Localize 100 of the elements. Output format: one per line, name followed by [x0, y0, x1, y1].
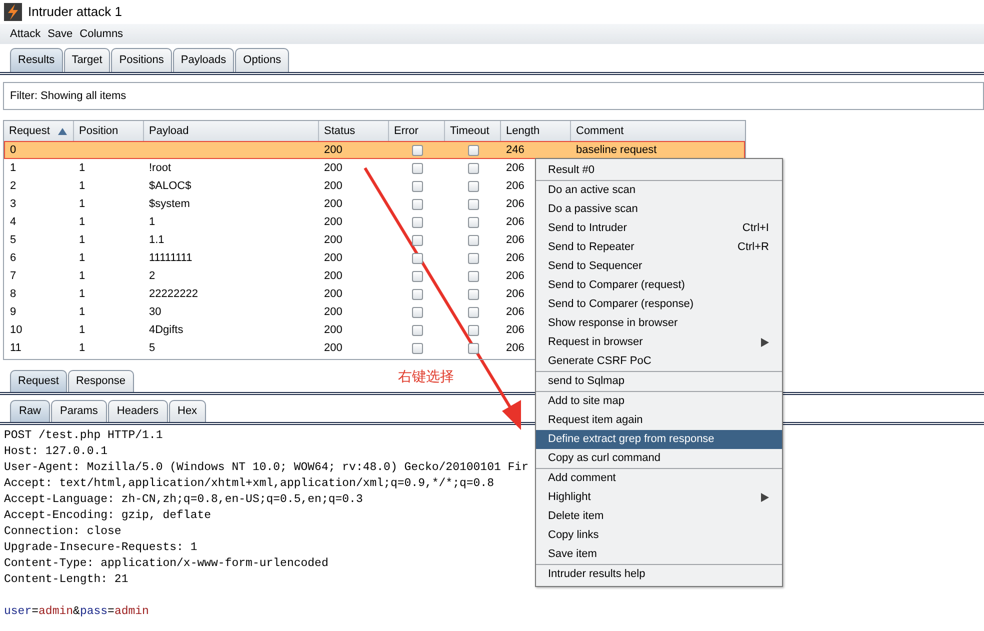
table-cell: 200: [324, 198, 342, 210]
filter-bar[interactable]: Filter: Showing all items: [3, 82, 984, 110]
request-line: User-Agent: Mozilla/5.0 (Windows NT 10.0; WOW64; rv:48.0) Gecko/20100101 Fir: [4, 460, 528, 476]
menu-item[interactable]: Intruder results help: [536, 565, 782, 584]
checkbox[interactable]: [468, 144, 478, 156]
checkbox[interactable]: [412, 198, 422, 210]
checkbox[interactable]: [412, 324, 422, 336]
checkbox[interactable]: [468, 324, 478, 336]
checkbox[interactable]: [468, 342, 478, 354]
menu-item[interactable]: Request item again: [536, 411, 782, 430]
table-cell: 206: [506, 270, 524, 282]
menu-item[interactable]: Define extract grep from response: [536, 430, 782, 449]
table-row[interactable]: 0 200 246 baseline request: [4, 141, 745, 159]
menu-item[interactable]: Send to Sequencer: [536, 257, 782, 276]
checkbox[interactable]: [468, 306, 478, 318]
annotation-text: 右键选择: [398, 367, 454, 386]
request-line: Connection: close: [4, 524, 122, 540]
table-cell: 5: [149, 342, 156, 354]
tab[interactable]: Target: [64, 48, 110, 72]
checkbox[interactable]: [468, 162, 478, 174]
menu-item[interactable]: Copy as curl command: [536, 449, 782, 468]
checkbox[interactable]: [412, 234, 422, 246]
tab[interactable]: Payloads: [172, 48, 234, 72]
checkbox[interactable]: [412, 216, 422, 228]
request-line: Accept-Encoding: gzip, deflate: [4, 508, 212, 524]
menu-item[interactable]: Send to Comparer (request): [536, 276, 782, 295]
menu-item[interactable]: Add comment: [536, 469, 782, 488]
lightning-icon: [4, 3, 22, 21]
table-cell: 200: [324, 270, 342, 282]
menu-item[interactable]: send to Sqlmap: [536, 372, 782, 391]
menu-item[interactable]: Columns: [80, 26, 124, 42]
table-cell: 200: [324, 162, 342, 174]
table-cell: $ALOC$: [149, 180, 192, 192]
menu-label: Send to Repeater: [548, 240, 634, 256]
table-cell: 1: [149, 216, 156, 228]
tab[interactable]: Positions: [111, 48, 172, 72]
checkbox[interactable]: [412, 162, 422, 174]
menu-item[interactable]: Generate CSRF PoC: [536, 352, 782, 371]
menu-item[interactable]: Send to Comparer (response): [536, 295, 782, 314]
checkbox[interactable]: [412, 288, 422, 300]
table-cell: 1: [79, 162, 86, 174]
menu-item[interactable]: Send to Repeater Ctrl+R: [536, 238, 782, 257]
checkbox[interactable]: [468, 216, 478, 228]
checkbox[interactable]: [468, 252, 478, 264]
menu-label: Highlight: [548, 490, 591, 506]
checkbox[interactable]: [468, 270, 478, 282]
menu-item[interactable]: Save: [48, 26, 73, 42]
shortcut-label: Ctrl+I: [742, 221, 769, 236]
checkbox[interactable]: [468, 180, 478, 192]
checkbox[interactable]: [468, 234, 478, 246]
menu-item[interactable]: Attack: [10, 26, 41, 42]
menu-item[interactable]: Highlight: [536, 488, 782, 507]
table-cell: 1: [79, 234, 86, 246]
table-cell: 8: [10, 288, 16, 300]
checkbox[interactable]: [468, 198, 478, 210]
checkbox[interactable]: [412, 342, 422, 354]
tab[interactable]: Results: [10, 48, 63, 72]
menu-item[interactable]: Request in browser: [536, 333, 782, 352]
column-label: Payload: [149, 124, 189, 139]
table-cell: 7: [10, 270, 16, 282]
menu-item[interactable]: Do a passive scan: [536, 200, 782, 219]
tab[interactable]: Raw: [10, 400, 50, 422]
checkbox[interactable]: [412, 144, 422, 156]
tab[interactable]: Request: [10, 370, 67, 392]
checkbox[interactable]: [412, 306, 422, 318]
table-cell: 11111111: [149, 252, 192, 264]
request-line: Accept-Language: zh-CN,zh;q=0.8,en-US;q=0.5,en;q=0.3: [4, 492, 363, 508]
menu-item[interactable]: Do an active scan: [536, 181, 782, 200]
menu-item[interactable]: Copy links: [536, 526, 782, 545]
checkbox[interactable]: [412, 270, 422, 282]
tab[interactable]: Response: [68, 370, 134, 392]
column-label: Status: [324, 124, 356, 139]
tab[interactable]: Params: [51, 400, 107, 422]
table-cell: 4: [10, 216, 16, 228]
table-cell: 1: [79, 288, 86, 300]
tab[interactable]: Options: [235, 48, 290, 72]
table-cell: 206: [506, 234, 524, 246]
table-cell: 1: [79, 180, 86, 192]
table-cell: 1: [79, 198, 86, 210]
checkbox[interactable]: [412, 252, 422, 264]
table-cell: 206: [506, 288, 524, 300]
checkbox[interactable]: [468, 288, 478, 300]
table-cell: 11: [10, 342, 22, 354]
column-label: Length: [506, 124, 540, 139]
table-cell: 206: [506, 162, 524, 174]
table-cell: 206: [506, 216, 524, 228]
column-label: Error: [394, 124, 418, 139]
request-line: Host: 127.0.0.1: [4, 444, 108, 460]
menu-item[interactable]: Send to Intruder Ctrl+I: [536, 219, 782, 238]
table-cell: 22222222: [149, 288, 198, 300]
tab[interactable]: Hex: [168, 400, 206, 422]
menu-item[interactable]: Add to site map: [536, 392, 782, 411]
menu-item[interactable]: Delete item: [536, 507, 782, 526]
menu-item[interactable]: Result #0: [536, 161, 782, 180]
menu-item[interactable]: Save item: [536, 545, 782, 564]
table-cell: 0: [10, 144, 16, 156]
checkbox[interactable]: [412, 180, 422, 192]
table-cell: 1: [10, 162, 16, 174]
tab[interactable]: Headers: [108, 400, 168, 422]
menu-item[interactable]: Show response in browser: [536, 314, 782, 333]
